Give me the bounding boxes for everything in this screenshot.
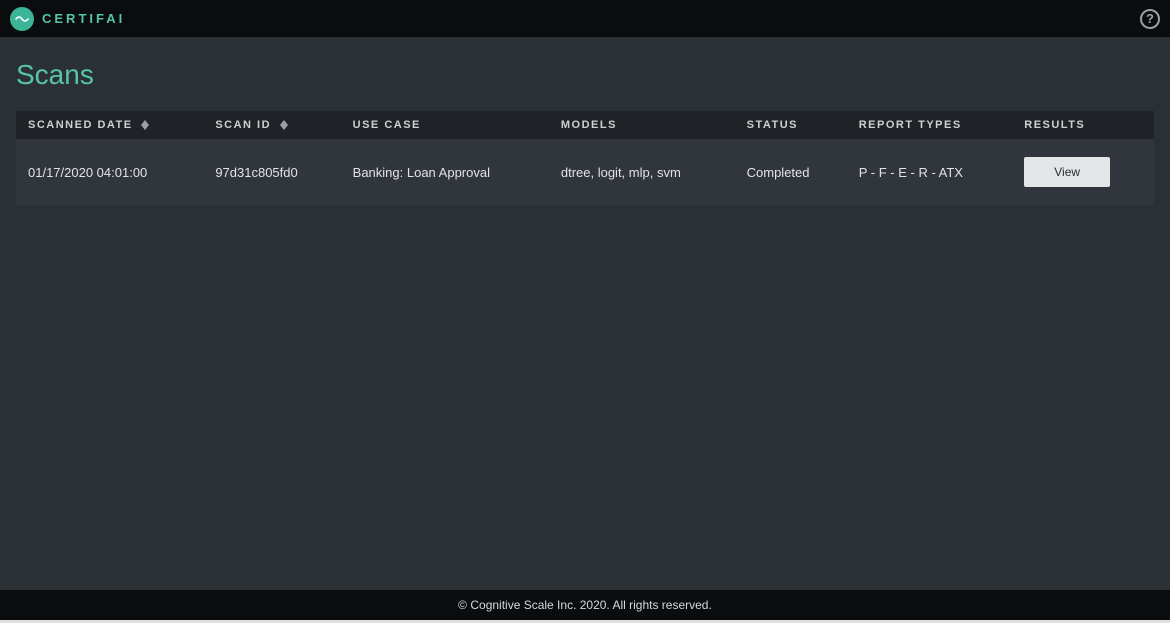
scans-table-wrap: Scanned Date Scan ID Use Case [0,111,1170,205]
scans-table: Scanned Date Scan ID Use Case [16,111,1154,205]
sort-icon[interactable] [141,120,149,130]
footer-text: © Cognitive Scale Inc. 2020. All rights … [458,598,712,612]
col-status: Status [735,111,847,139]
cell-report-types: P - F - E - R - ATX [847,139,1013,205]
cell-scan-id: 97d31c805fd0 [203,139,340,205]
cell-results: View [1012,139,1154,205]
col-report-types-label: Report Types [859,119,962,131]
topbar: CERTIFAI ? [0,0,1170,37]
col-scanned-date-label: Scanned Date [28,119,133,131]
col-report-types: Report Types [847,111,1013,139]
table-header-row: Scanned Date Scan ID Use Case [16,111,1154,139]
brand[interactable]: CERTIFAI [10,7,125,31]
cell-use-case: Banking: Loan Approval [341,139,549,205]
cell-scanned-date: 01/17/2020 04:01:00 [16,139,203,205]
col-models-label: Models [561,119,617,131]
page-title: Scans [0,37,1170,111]
view-button[interactable]: View [1024,157,1110,187]
table-row: 01/17/2020 04:01:00 97d31c805fd0 Banking… [16,139,1154,205]
col-use-case: Use Case [341,111,549,139]
brand-logo-icon [10,7,34,31]
footer: © Cognitive Scale Inc. 2020. All rights … [0,590,1170,620]
cell-models: dtree, logit, mlp, svm [549,139,735,205]
col-scan-id-label: Scan ID [215,119,271,131]
help-icon-label: ? [1146,11,1154,26]
col-results-label: Results [1024,119,1085,131]
col-use-case-label: Use Case [353,119,421,131]
col-models: Models [549,111,735,139]
col-scan-id[interactable]: Scan ID [203,111,340,139]
col-scanned-date[interactable]: Scanned Date [16,111,203,139]
help-icon[interactable]: ? [1140,9,1160,29]
cell-status: Completed [735,139,847,205]
sort-icon[interactable] [280,120,288,130]
col-status-label: Status [747,119,798,131]
brand-text: CERTIFAI [42,11,125,26]
col-results: Results [1012,111,1154,139]
